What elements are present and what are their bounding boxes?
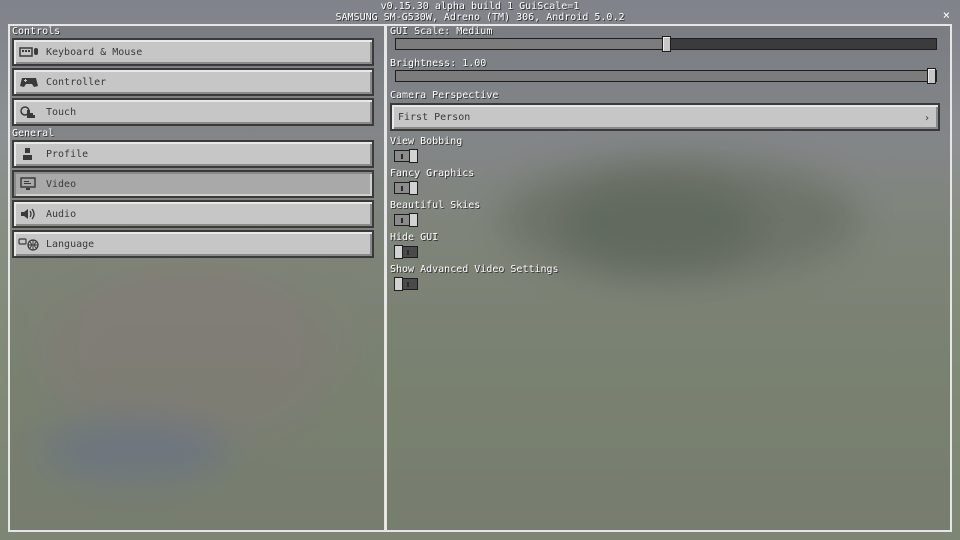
brightness-thumb[interactable]: [927, 68, 936, 84]
brightness-label: Brightness: 1.00: [390, 58, 487, 69]
gui-scale-label: GUI Scale: Medium: [390, 26, 493, 37]
sidebar-item-controller[interactable]: Controller: [12, 68, 374, 96]
speaker-icon: [18, 207, 40, 221]
gui-scale-slider[interactable]: [395, 36, 937, 52]
profile-icon: [18, 147, 40, 161]
brightness-slider[interactable]: [395, 68, 937, 84]
keyboard-mouse-icon: [18, 45, 40, 59]
gamepad-icon: [18, 75, 40, 89]
sidebar-item-video[interactable]: Video: [12, 170, 374, 198]
toggle-knob: [394, 277, 403, 291]
camera-perspective-dropdown[interactable]: First Person ›: [390, 103, 940, 131]
sidebar-item-label: Language: [46, 238, 95, 250]
debug-header: v0.15.30 alpha build 1 GuiScale=1 SAMSUN…: [0, 0, 960, 25]
touch-hand-icon: [18, 105, 40, 119]
fancy-graphics-toggle[interactable]: [394, 181, 418, 195]
sidebar-item-touch[interactable]: Touch: [12, 98, 374, 126]
sidebar-item-label: Video: [46, 178, 77, 190]
beautiful-skies-toggle[interactable]: [394, 213, 418, 227]
camera-perspective-value: First Person: [398, 111, 471, 123]
hide-gui-label: Hide GUI: [390, 232, 439, 243]
toggle-knob: [394, 245, 403, 259]
sidebar-item-language[interactable]: Language: [12, 230, 374, 258]
show-advanced-video-settings-label: Show Advanced Video Settings: [390, 264, 559, 275]
sidebar-item-label: Keyboard & Mouse: [46, 46, 143, 58]
hide-gui-toggle[interactable]: [394, 245, 418, 259]
version-text: v0.15.30 alpha build 1 GuiScale=1: [380, 1, 580, 12]
view-bobbing-toggle[interactable]: [394, 149, 418, 163]
camera-perspective-label: Camera Perspective: [390, 90, 499, 101]
sidebar-item-label: Touch: [46, 106, 77, 118]
sidebar-item-label: Controller: [46, 76, 107, 88]
controls-section-label: Controls: [12, 26, 61, 37]
fancy-graphics-label: Fancy Graphics: [390, 168, 475, 179]
sidebar-item-profile[interactable]: Profile: [12, 140, 374, 168]
chevron-right-icon: ›: [923, 113, 930, 124]
view-bobbing-label: View Bobbing: [390, 136, 463, 147]
brightness-fill: [396, 71, 931, 81]
toggle-knob: [409, 181, 418, 195]
globe-icon: [18, 237, 40, 251]
close-button[interactable]: ×: [943, 8, 950, 22]
gui-scale-thumb[interactable]: [662, 36, 671, 52]
device-text: SAMSUNG SM-G530W, Adreno (TM) 306, Andro…: [335, 12, 625, 23]
gui-scale-fill: [396, 39, 666, 49]
panel-divider: [384, 24, 387, 532]
sidebar-item-label: Profile: [46, 148, 89, 160]
beautiful-skies-label: Beautiful Skies: [390, 200, 481, 211]
sidebar-item-audio[interactable]: Audio: [12, 200, 374, 228]
monitor-icon: [18, 177, 40, 191]
toggle-knob: [409, 213, 418, 227]
show-advanced-video-settings-toggle[interactable]: [394, 277, 418, 291]
toggle-knob: [409, 149, 418, 163]
general-section-label: General: [12, 128, 55, 139]
sidebar-item-keyboard-mouse[interactable]: Keyboard & Mouse: [12, 38, 374, 66]
sidebar-item-label: Audio: [46, 208, 77, 220]
